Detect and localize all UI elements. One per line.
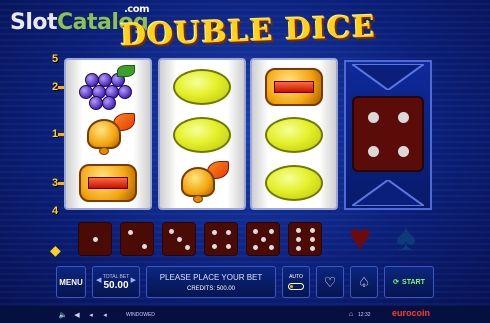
status-message: PLEASE PLACE YOUR BET: [159, 272, 263, 282]
symbol-grapes: [66, 62, 150, 112]
volume-icon[interactable]: ◀: [70, 311, 84, 319]
reel-1: [64, 58, 152, 210]
toggle-switch-icon: [288, 283, 304, 290]
watermark-suffix: .com: [124, 4, 150, 15]
symbol-bell: [66, 110, 150, 160]
autoplay-toggle[interactable]: AUTO: [282, 266, 310, 298]
symbol-lemon: [160, 110, 244, 160]
symbol-lemon: [252, 158, 336, 208]
menu-button[interactable]: MENU: [56, 266, 86, 298]
die-6: [288, 222, 322, 256]
arrow-up-icon: [352, 180, 424, 206]
window-mode[interactable]: WINDOWED: [126, 312, 155, 318]
refresh-icon: ⟳: [393, 279, 400, 286]
start-button[interactable]: ⟳ START: [384, 266, 434, 298]
credits-display: CREDITS: 500.00: [186, 285, 236, 292]
clock: 12:32: [358, 311, 371, 318]
autoplay-label: AUTO: [289, 274, 303, 280]
total-bet-value: 50.00: [103, 279, 129, 291]
line-number-4: 4: [51, 205, 59, 217]
die-5: [246, 222, 280, 256]
bottom-bar: 🔈 ◀ ◂ ◂ WINDOWED 12:32 ⌂ eurocoin: [0, 306, 490, 323]
bet-decrease-icon[interactable]: ◀: [96, 276, 101, 284]
start-label: START: [402, 278, 425, 286]
big-die: [352, 96, 424, 172]
dice-reel: [344, 60, 432, 210]
die-4: [204, 222, 238, 256]
heart-button[interactable]: ♡: [316, 266, 344, 298]
bet-increase-icon[interactable]: ▶: [131, 276, 136, 284]
reel-3: [250, 58, 338, 210]
sound-icon[interactable]: 🔈: [56, 311, 70, 319]
die-1: [78, 222, 112, 256]
line-number-5: 5: [51, 53, 59, 65]
symbol-bell: [160, 158, 244, 208]
heart-gamble-icon[interactable]: ♥: [340, 218, 380, 258]
symbol-lemon: [252, 110, 336, 160]
watermark-text-a: Slot: [10, 10, 58, 35]
chip-icon: ◆: [50, 242, 61, 258]
message-panel: PLEASE PLACE YOUR BET CREDITS: 500.00: [146, 266, 276, 298]
symbol-lemon: [160, 62, 244, 112]
reel-2: [158, 58, 246, 210]
arrow-down-icon: [352, 64, 424, 90]
symbol-bar: [252, 62, 336, 112]
info-icon[interactable]: ◂: [84, 311, 98, 319]
fullscreen-icon[interactable]: ◂: [98, 311, 112, 319]
symbol-bar: [66, 158, 150, 208]
spade-gamble-icon[interactable]: ♠: [386, 218, 426, 258]
total-bet-control[interactable]: ◀ TOTAL BET 50.00 ▶: [92, 266, 140, 298]
home-icon[interactable]: ⌂: [344, 311, 358, 318]
spade-button[interactable]: ♤: [350, 266, 378, 298]
die-2: [120, 222, 154, 256]
reel-area: [64, 58, 338, 210]
brand-logo: eurocoin: [392, 308, 431, 318]
die-3: [162, 222, 196, 256]
